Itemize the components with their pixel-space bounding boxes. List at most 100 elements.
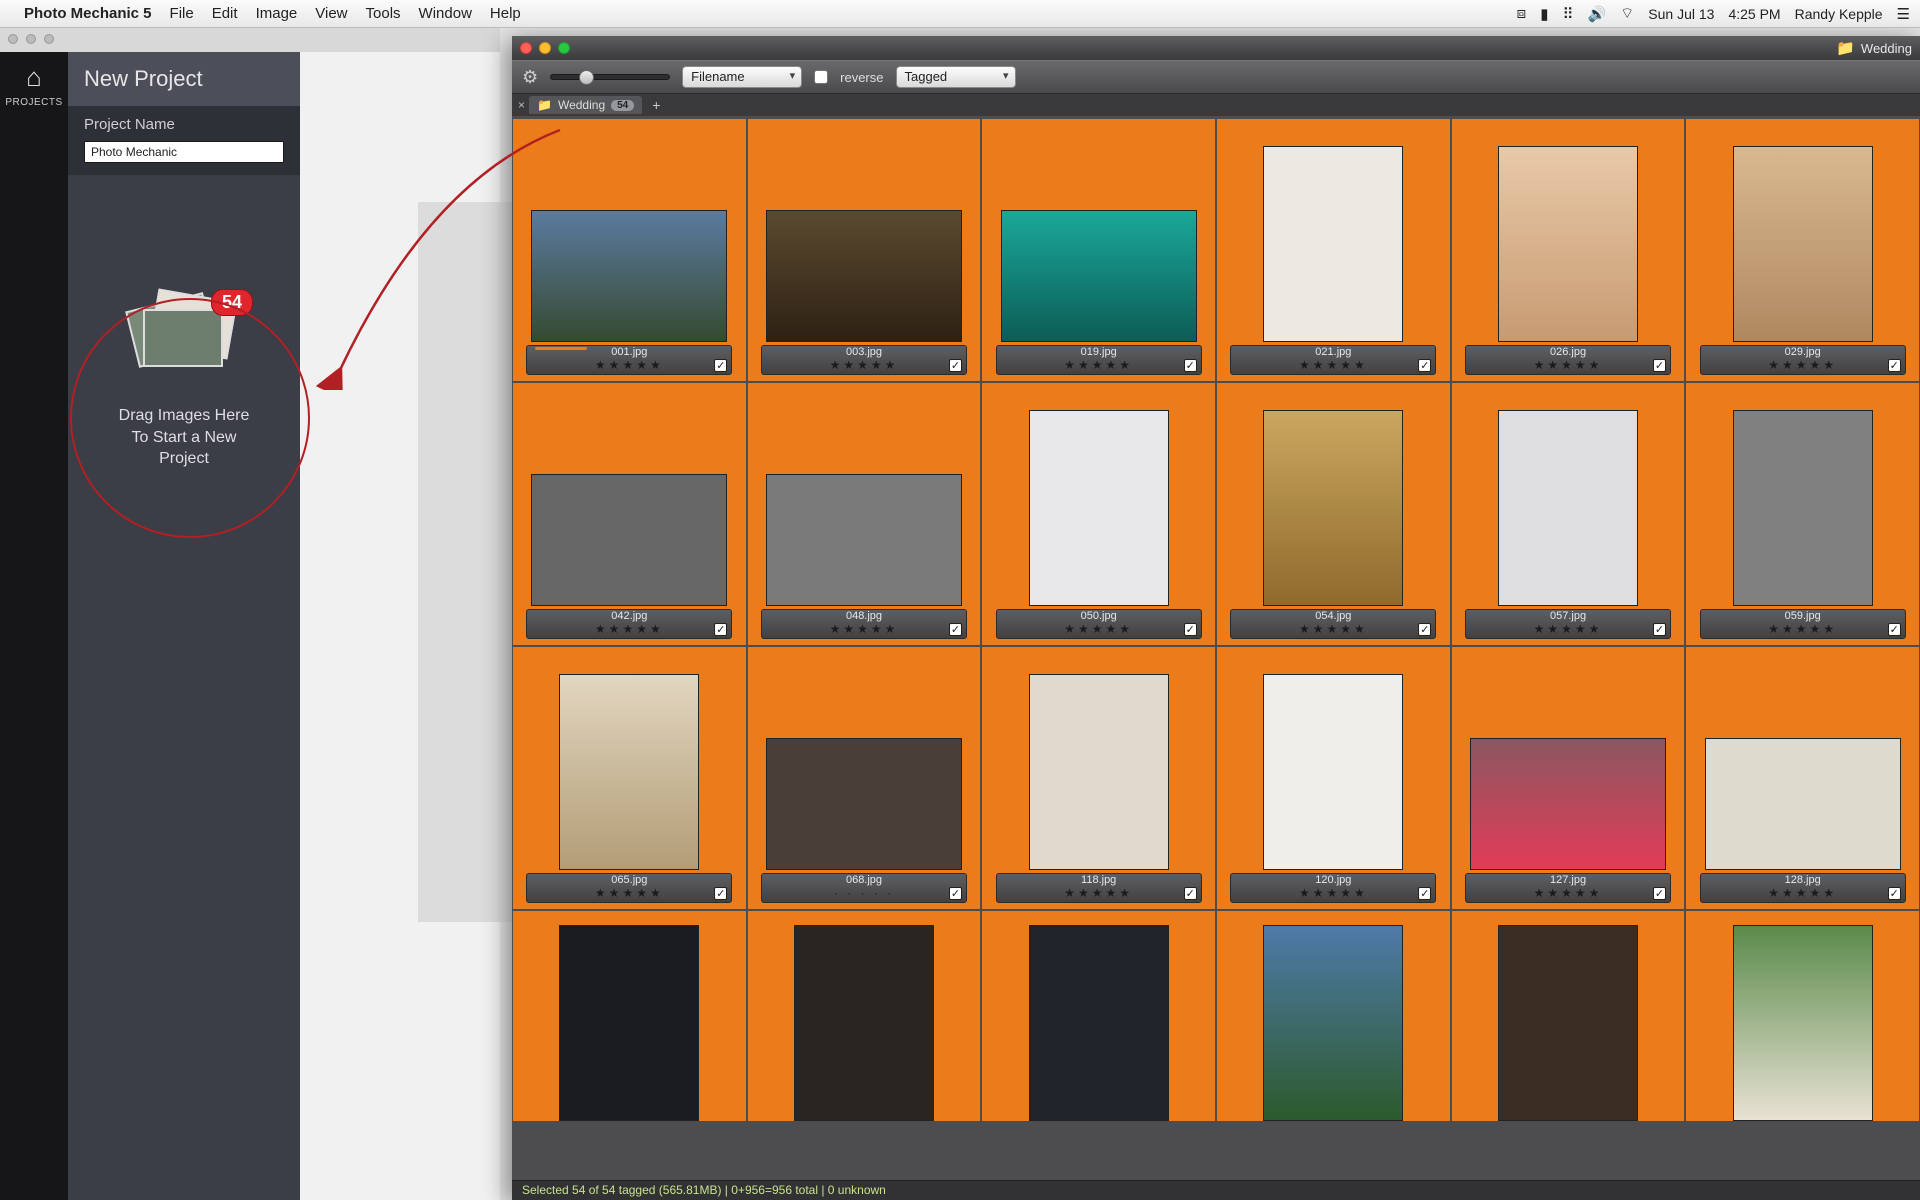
menubar-date[interactable]: Sun Jul 13	[1648, 6, 1714, 22]
thumbnail-image[interactable]	[766, 474, 962, 606]
thumbnail-tag-checkbox[interactable]: ✓	[1653, 359, 1666, 372]
notification-center-icon[interactable]: ☰	[1897, 5, 1910, 23]
thumbnail-cell[interactable]: 019.jpg★★★★★✓	[982, 119, 1215, 381]
projects-tab-label[interactable]: PROJECTS	[5, 97, 62, 108]
thumbnail-cell[interactable]: 165.jpg✓	[982, 911, 1215, 1121]
thumbnail-cell[interactable]: 127.jpg★★★★★✓	[1452, 647, 1685, 909]
thumbnail-tag-checkbox[interactable]: ✓	[1888, 887, 1901, 900]
thumbnail-rating[interactable]: ★★★★★	[1768, 623, 1837, 636]
active-app-name[interactable]: Photo Mechanic 5	[24, 5, 152, 22]
thumbnail-image[interactable]	[1029, 925, 1169, 1121]
projects-home-icon[interactable]: ⌂	[26, 62, 42, 93]
thumbnail-tag-checkbox[interactable]: ✓	[1184, 623, 1197, 636]
thumbnail-cell[interactable]: 207.jpg✓	[1686, 911, 1919, 1121]
thumbnail-image[interactable]	[1263, 674, 1403, 870]
thumbnail-image[interactable]	[559, 925, 699, 1121]
zoom-icon[interactable]	[558, 42, 570, 54]
thumbnail-cell[interactable]: 054.jpg★★★★★✓	[1217, 383, 1450, 645]
thumbnail-tag-checkbox[interactable]: ✓	[949, 887, 962, 900]
thumbnail-image[interactable]	[1263, 146, 1403, 342]
battery-icon[interactable]: ▮	[1540, 5, 1548, 23]
thumbnail-rating[interactable]: ★★★★★	[1534, 623, 1603, 636]
thumbnail-image[interactable]	[1001, 210, 1197, 342]
thumbnail-image[interactable]	[531, 474, 727, 606]
thumbnail-image[interactable]	[1705, 738, 1901, 870]
thumbnail-cell[interactable]: 026.jpg★★★★★✓	[1452, 119, 1685, 381]
minimize-icon[interactable]	[539, 42, 551, 54]
thumbnail-tag-checkbox[interactable]: ✓	[714, 623, 727, 636]
close-icon[interactable]	[520, 42, 532, 54]
thumbnail-tag-checkbox[interactable]: ✓	[1184, 359, 1197, 372]
thumbnail-cell[interactable]: 201.jpg✓	[1452, 911, 1685, 1121]
thumbnail-cell[interactable]: 029.jpg★★★★★✓	[1686, 119, 1919, 381]
thumbnail-cell[interactable]: 021.jpg★★★★★✓	[1217, 119, 1450, 381]
thumbnail-rating[interactable]: ★★★★★	[830, 359, 899, 372]
thumbnail-cell[interactable]: 068.jpg· · · · ·✓	[748, 647, 981, 909]
window-traffic-lights-left[interactable]	[8, 34, 54, 44]
thumbnail-grid[interactable]: 001.jpg★★★★★✓003.jpg★★★★★✓019.jpg★★★★★✓0…	[512, 116, 1920, 1180]
thumbnail-tag-checkbox[interactable]: ✓	[1888, 623, 1901, 636]
thumbnail-cell[interactable]: 001.jpg★★★★★✓	[513, 119, 746, 381]
thumbnail-image[interactable]	[1733, 146, 1873, 342]
pm-titlebar[interactable]: 📁 Wedding	[512, 36, 1920, 60]
thumbnail-image[interactable]	[794, 925, 934, 1121]
thumbnail-tag-checkbox[interactable]: ✓	[714, 887, 727, 900]
thumbnail-rating[interactable]: ★★★★★	[830, 623, 899, 636]
thumbnail-cell[interactable]: 048.jpg★★★★★✓	[748, 383, 981, 645]
thumbnail-cell[interactable]: 042.jpg★★★★★✓	[513, 383, 746, 645]
project-name-input[interactable]	[84, 141, 284, 163]
thumbnail-rating[interactable]: ★★★★★	[1768, 359, 1837, 372]
thumbnail-image[interactable]	[531, 210, 727, 342]
thumbnail-cell[interactable]: 163.jpg✓	[748, 911, 981, 1121]
thumbnail-rating[interactable]: ★★★★★	[1064, 623, 1133, 636]
menu-help[interactable]: Help	[490, 5, 521, 22]
thumbnail-cell[interactable]: 065.jpg★★★★★✓	[513, 647, 746, 909]
thumbnail-rating[interactable]: ★★★★★	[595, 623, 664, 636]
thumbnail-image[interactable]	[766, 210, 962, 342]
thumbnail-image[interactable]	[1470, 738, 1666, 870]
thumbnail-image[interactable]	[1498, 410, 1638, 606]
tab-close-icon[interactable]: ×	[518, 98, 525, 112]
settings-gear-icon[interactable]: ⚙	[522, 67, 538, 88]
thumbnail-cell[interactable]: 162.jpg✓	[513, 911, 746, 1121]
thumbnail-image[interactable]	[1733, 410, 1873, 606]
thumbnail-rating[interactable]: ★★★★★	[1299, 359, 1368, 372]
keyboard-brightness-icon[interactable]: ⠿	[1562, 5, 1573, 23]
thumbnail-tag-checkbox[interactable]: ✓	[1184, 887, 1197, 900]
volume-icon[interactable]: 🔊	[1587, 5, 1606, 23]
thumbnail-tag-checkbox[interactable]: ✓	[1888, 359, 1901, 372]
thumbnail-rating[interactable]: ★★★★★	[1768, 887, 1837, 900]
thumbnail-cell[interactable]: 003.jpg★★★★★✓	[748, 119, 981, 381]
thumbnail-tag-checkbox[interactable]: ✓	[1418, 359, 1431, 372]
menu-file[interactable]: File	[170, 5, 194, 22]
thumbnail-rating[interactable]: ★★★★★	[1064, 887, 1133, 900]
thumbnail-tag-checkbox[interactable]: ✓	[714, 359, 727, 372]
thumbnail-tag-checkbox[interactable]: ✓	[1653, 623, 1666, 636]
thumbnail-rating[interactable]: ★★★★★	[1534, 887, 1603, 900]
thumbnail-image[interactable]	[1263, 410, 1403, 606]
thumbnail-image[interactable]	[1029, 410, 1169, 606]
thumbnail-rating[interactable]: ★★★★★	[1534, 359, 1603, 372]
menubar-user[interactable]: Randy Kepple	[1795, 6, 1883, 22]
thumbnail-image[interactable]	[559, 674, 699, 870]
thumbnail-rating[interactable]: ★★★★★	[1299, 623, 1368, 636]
thumbnail-image[interactable]	[1498, 925, 1638, 1121]
reverse-checkbox[interactable]	[814, 70, 828, 84]
thumbnail-image[interactable]	[766, 738, 962, 870]
thumbnail-tag-checkbox[interactable]: ✓	[1653, 887, 1666, 900]
menu-view[interactable]: View	[315, 5, 347, 22]
tab-wedding[interactable]: 📁 Wedding 54	[529, 96, 642, 114]
thumbnail-tag-checkbox[interactable]: ✓	[949, 359, 962, 372]
menubar-time[interactable]: 4:25 PM	[1728, 6, 1780, 22]
menu-tools[interactable]: Tools	[366, 5, 401, 22]
thumbnail-image[interactable]	[1733, 925, 1873, 1121]
thumbnail-rating[interactable]: ★★★★★	[1299, 887, 1368, 900]
menu-edit[interactable]: Edit	[212, 5, 238, 22]
thumbnail-rating[interactable]: ★★★★★	[1064, 359, 1133, 372]
thumbnail-rating[interactable]: ★★★★★	[595, 359, 664, 372]
thumbnail-rating[interactable]: · · · · ·	[834, 887, 894, 900]
menu-image[interactable]: Image	[256, 5, 298, 22]
wifi-icon[interactable]: ⌔	[1620, 4, 1634, 23]
sort-field-select[interactable]: Filename	[682, 66, 802, 88]
menu-window[interactable]: Window	[419, 5, 472, 22]
